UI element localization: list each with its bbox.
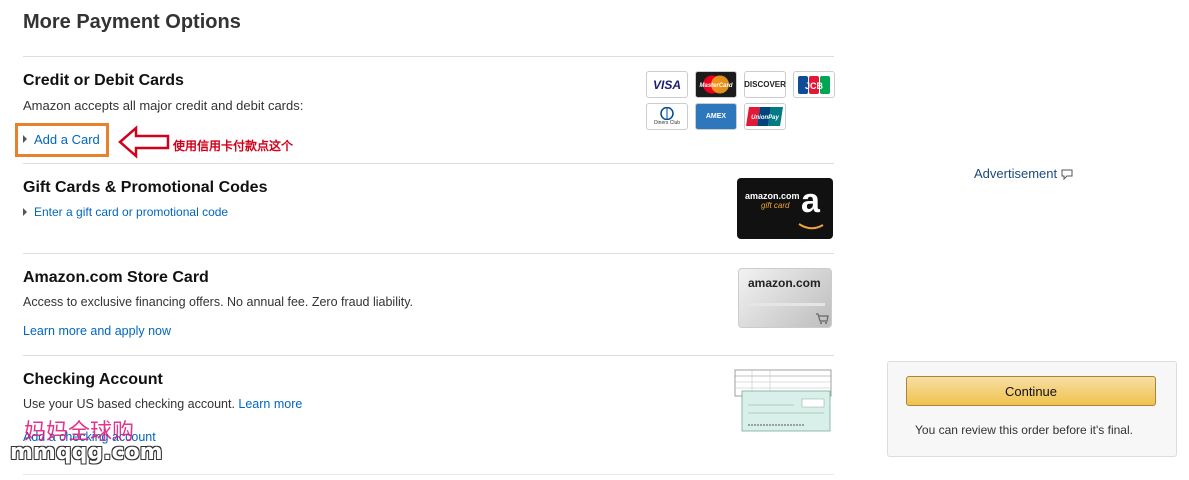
expand-caret-icon (23, 208, 27, 216)
jcb-logo-icon: JCB (793, 71, 835, 98)
checking-description-text: Use your US based checking account. (23, 397, 235, 411)
gift-card-brand: amazon.com (745, 191, 800, 201)
enter-gift-card-link[interactable]: Enter a gift card or promotional code (34, 205, 228, 219)
divider (23, 253, 834, 254)
annotation-arrow-icon (118, 125, 170, 159)
learn-apply-link[interactable]: Learn more and apply now (23, 324, 171, 338)
gift-card-sub: gift card (761, 201, 790, 210)
store-card-brand: amazon.com (748, 276, 821, 290)
divider (23, 474, 834, 475)
discover-logo-icon: DISCOVER (744, 71, 786, 98)
store-card-section-title: Amazon.com Store Card (23, 269, 209, 286)
amex-logo-icon: AMEX (695, 103, 737, 130)
gift-section-title: Gift Cards & Promotional Codes (23, 179, 268, 196)
smile-icon (798, 223, 824, 230)
divider (23, 56, 834, 57)
svg-text:UnionPay: UnionPay (751, 115, 779, 121)
review-note: You can review this order before it's fi… (915, 423, 1133, 437)
gift-card-image: amazon.com gift card a (737, 178, 833, 239)
credit-description: Amazon accepts all major credit and debi… (23, 98, 304, 113)
diners-club-logo-icon: Diners Club (646, 103, 688, 130)
checking-description: Use your US based checking account. Lear… (23, 397, 302, 411)
store-card-description: Access to exclusive financing offers. No… (23, 295, 414, 309)
continue-button[interactable]: Continue (906, 376, 1156, 406)
page-title: More Payment Options (23, 11, 241, 33)
svg-text:JCB: JCB (805, 81, 824, 91)
check-image (734, 369, 832, 433)
advertisement-label: Advertisement (974, 166, 1073, 181)
feedback-icon[interactable] (1061, 169, 1073, 181)
cart-icon (816, 313, 829, 324)
svg-text:MasterCard: MasterCard (699, 83, 732, 89)
store-card-image: amazon.com (738, 268, 832, 328)
credit-section-title: Credit or Debit Cards (23, 72, 184, 89)
annotation-text: 使用信用卡付款点这个 (173, 139, 294, 153)
divider (23, 355, 834, 356)
unionpay-logo-icon: UnionPay (744, 103, 786, 130)
mastercard-logo-icon: MasterCard (695, 71, 737, 98)
checking-section-title: Checking Account (23, 371, 163, 388)
divider (23, 163, 834, 164)
learn-more-link[interactable]: Learn more (238, 397, 302, 411)
watermark-site: mmqqg.com (10, 440, 163, 465)
card-number-strip (747, 303, 825, 306)
advertisement-text: Advertisement (974, 166, 1058, 181)
annotation-highlight-box (15, 123, 109, 157)
gift-card-letter: a (801, 182, 820, 220)
visa-logo-icon: VISA (646, 71, 688, 98)
